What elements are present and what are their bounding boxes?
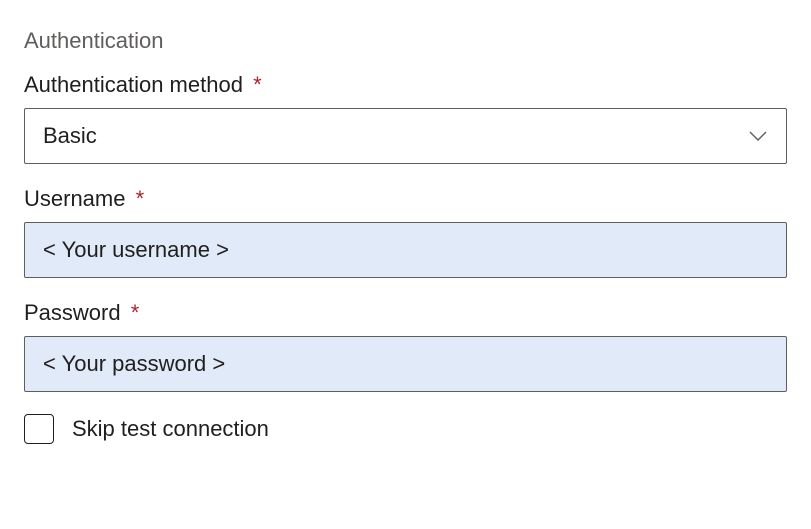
password-label: Password * [24,300,787,326]
required-asterisk: * [136,186,145,211]
username-label: Username * [24,186,787,212]
password-input[interactable]: < Your password > [24,336,787,392]
required-asterisk: * [253,72,262,97]
auth-method-label: Authentication method * [24,72,787,98]
required-asterisk: * [131,300,140,325]
skip-test-row: Skip test connection [24,414,787,444]
auth-method-label-text: Authentication method [24,72,243,97]
auth-method-select[interactable]: Basic [24,108,787,164]
password-input-value: < Your password > [43,351,225,377]
username-input-value: < Your username > [43,237,229,263]
skip-test-label[interactable]: Skip test connection [72,416,269,442]
auth-method-value: Basic [43,123,97,149]
username-input[interactable]: < Your username > [24,222,787,278]
skip-test-checkbox[interactable] [24,414,54,444]
chevron-down-icon [748,130,768,142]
section-title: Authentication [24,28,787,54]
password-label-text: Password [24,300,121,325]
username-label-text: Username [24,186,125,211]
